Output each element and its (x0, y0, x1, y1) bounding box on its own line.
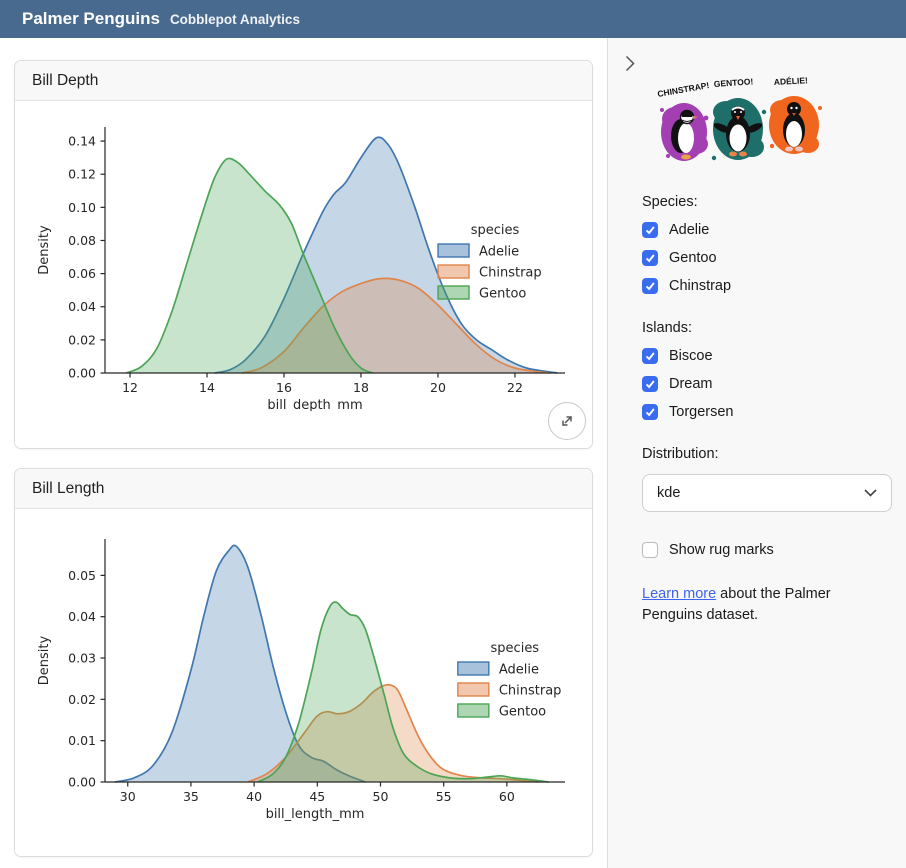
gentoo-splash (712, 98, 766, 160)
svg-text:Adelie: Adelie (499, 662, 539, 677)
chinstrap-art-label: CHINSTRAP! (657, 80, 711, 99)
svg-text:Chinstrap: Chinstrap (499, 683, 562, 698)
checkbox-row-rug[interactable]: Show rug marks (642, 542, 892, 558)
svg-text:bill_depth_mm: bill_depth_mm (267, 398, 362, 411)
adelie-checkbox[interactable] (642, 222, 658, 238)
app-header: Palmer Penguins Cobblepot Analytics (0, 0, 906, 38)
dream-checkbox[interactable] (642, 376, 658, 392)
rug-checkbox-label: Show rug marks (669, 542, 774, 558)
gentoo-checkbox[interactable] (642, 250, 658, 266)
svg-text:40: 40 (246, 789, 262, 804)
expand-fullscreen-button[interactable] (548, 402, 586, 440)
about-text: Learn more about the Palmer Penguins dat… (642, 584, 877, 626)
svg-text:45: 45 (309, 789, 325, 804)
svg-text:Density: Density (37, 635, 52, 685)
svg-text:35: 35 (183, 789, 199, 804)
svg-text:0.03: 0.03 (68, 651, 96, 666)
svg-text:Density: Density (37, 225, 52, 275)
svg-text:14: 14 (199, 380, 215, 395)
svg-text:0.10: 0.10 (68, 200, 96, 215)
sidebar: CHINSTRAP! GENTOO! ADÉLIE! Species: Adel… (607, 38, 906, 868)
adelie-splash (769, 96, 822, 154)
checkbox-row-adelie[interactable]: Adelie (642, 222, 892, 238)
adelie-checkbox-label: Adelie (669, 222, 709, 238)
gentoo-checkbox-label: Gentoo (669, 250, 717, 266)
bill-length-card: Bill Length 30 35 40 45 50 55 60 0.00 0.01 0.02 0.… (14, 468, 593, 857)
check-icon (644, 280, 656, 292)
svg-text:0.12: 0.12 (68, 167, 96, 182)
bill-depth-card-title: Bill Depth (32, 72, 98, 90)
svg-text:50: 50 (373, 789, 389, 804)
check-icon (644, 252, 656, 264)
svg-text:Gentoo: Gentoo (479, 287, 526, 302)
svg-text:Chinstrap: Chinstrap (479, 266, 542, 281)
expand-icon (557, 411, 577, 431)
adelie-art-label: ADÉLIE! (774, 75, 809, 87)
svg-text:18: 18 (353, 380, 369, 395)
svg-text:0.05: 0.05 (68, 568, 96, 583)
distribution-label: Distribution: (642, 446, 892, 462)
check-icon (644, 378, 656, 390)
svg-text:55: 55 (436, 789, 452, 804)
torgersen-checkbox-label: Torgersen (669, 404, 733, 420)
distribution-selected-value: kde (657, 485, 680, 501)
bill-length-chart: 30 35 40 45 50 55 60 0.00 0.01 0.02 0.03 0.04 0.05 bi… (15, 509, 592, 821)
app-subtitle: Cobblepot Analytics (170, 12, 300, 27)
sidebar-collapse-toggle[interactable] (619, 52, 641, 74)
check-icon (644, 406, 656, 418)
rug-checkbox[interactable] (642, 542, 658, 558)
svg-text:Gentoo: Gentoo (499, 704, 546, 719)
chinstrap-checkbox[interactable] (642, 278, 658, 294)
chinstrap-splash (660, 103, 708, 161)
biscoe-checkbox-label: Biscoe (669, 348, 713, 364)
dream-checkbox-label: Dream (669, 376, 713, 392)
svg-text:0.08: 0.08 (68, 233, 96, 248)
svg-text:20: 20 (430, 380, 446, 395)
svg-text:0.04: 0.04 (68, 299, 96, 314)
svg-text:22: 22 (507, 380, 523, 395)
svg-text:species: species (491, 641, 540, 656)
svg-text:0.01: 0.01 (68, 733, 96, 748)
chinstrap-checkbox-label: Chinstrap (669, 278, 731, 294)
check-icon (644, 350, 656, 362)
gentoo-art-label: GENTOO! (713, 76, 753, 89)
svg-text:Adelie: Adelie (479, 245, 519, 260)
main-content: Bill Depth 12 14 16 18 20 22 0.00 0.02 0.04 0.06 0… (0, 38, 607, 868)
distribution-select[interactable]: kde (642, 474, 892, 512)
svg-text:0.06: 0.06 (68, 266, 96, 281)
species-group-label: Species: (642, 194, 892, 210)
checkbox-row-biscoe[interactable]: Biscoe (642, 348, 892, 364)
svg-text:12: 12 (122, 380, 138, 395)
learn-more-link[interactable]: Learn more (642, 586, 716, 602)
svg-text:0.02: 0.02 (68, 692, 96, 707)
svg-text:0.00: 0.00 (68, 775, 96, 790)
checkbox-row-chinstrap[interactable]: Chinstrap (642, 278, 892, 294)
svg-text:60: 60 (499, 789, 515, 804)
bill-depth-chart: 12 14 16 18 20 22 0.00 0.02 0.04 0.06 0.08 0.10 0.12… (15, 101, 592, 411)
biscoe-checkbox[interactable] (642, 348, 658, 364)
svg-text:bill_length_mm: bill_length_mm (266, 807, 365, 821)
bill-length-card-title: Bill Length (32, 480, 104, 498)
penguin-species-artwork: CHINSTRAP! GENTOO! ADÉLIE! (648, 72, 833, 172)
svg-text:0.04: 0.04 (68, 609, 96, 624)
torgersen-checkbox[interactable] (642, 404, 658, 420)
svg-text:16: 16 (276, 380, 292, 395)
checkbox-row-dream[interactable]: Dream (642, 376, 892, 392)
islands-group-label: Islands: (642, 320, 892, 336)
bill-depth-card: Bill Depth 12 14 16 18 20 22 0.00 0.02 0.04 0.06 0… (14, 60, 593, 449)
check-icon (644, 224, 656, 236)
bill-depth-card-header: Bill Depth (15, 61, 592, 101)
bill-length-card-header: Bill Length (15, 469, 592, 509)
svg-text:0.02: 0.02 (68, 332, 96, 347)
chevron-right-icon (625, 55, 635, 72)
svg-text:0.00: 0.00 (68, 366, 96, 381)
svg-text:species: species (471, 223, 520, 238)
checkbox-row-torgersen[interactable]: Torgersen (642, 404, 892, 420)
app-title: Palmer Penguins (22, 9, 160, 29)
svg-text:0.14: 0.14 (68, 134, 96, 149)
chevron-down-icon (864, 489, 877, 497)
svg-text:30: 30 (120, 789, 136, 804)
checkbox-row-gentoo[interactable]: Gentoo (642, 250, 892, 266)
